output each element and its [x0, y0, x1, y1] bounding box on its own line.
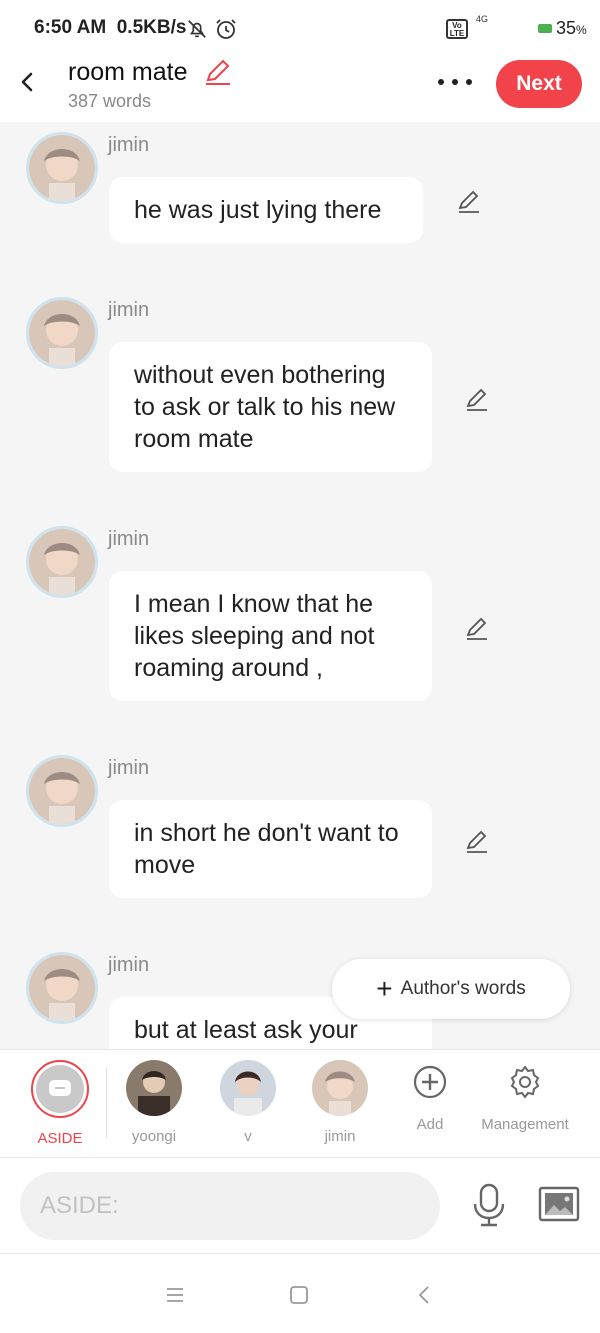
add-circle-icon [413, 1065, 447, 1099]
message-bubble[interactable]: in short he don't want to move [109, 800, 432, 898]
status-bar: 6:50 AM 0.5KB/s Vo LTE 4G 35% [0, 0, 600, 58]
jimin-avatar[interactable] [26, 526, 98, 598]
speaker-name: jimin [108, 528, 150, 550]
next-button[interactable]: Next [496, 60, 582, 108]
microphone-icon[interactable] [470, 1182, 508, 1228]
back-icon[interactable] [14, 68, 42, 96]
edit-message-icon[interactable] [463, 386, 491, 414]
divider [106, 1068, 107, 1138]
character-bar: ASIDE yoongi v jimin Add Management [0, 1049, 600, 1157]
clock-text: 6:50 AM [34, 17, 107, 38]
more-options-icon[interactable] [436, 76, 474, 88]
network-type: 4G [476, 14, 489, 24]
status-time: 6:50 AM 0.5KB/s [34, 17, 186, 39]
yoongi-label: yoongi [131, 1128, 177, 1145]
battery-unit: % [576, 23, 587, 37]
alarm-icon [216, 19, 236, 39]
add-label: Add [416, 1116, 444, 1133]
v-label: v [244, 1128, 252, 1145]
volte-badge: Vo LTE [446, 19, 468, 39]
jimin-avatar[interactable] [26, 132, 98, 204]
home-icon[interactable] [288, 1284, 310, 1306]
authors-words-button[interactable]: + Author's words [332, 959, 570, 1019]
edit-message-icon[interactable] [463, 615, 491, 643]
battery-icon [538, 24, 552, 33]
aside-label: ASIDE [37, 1130, 83, 1147]
bell-muted-icon [188, 20, 206, 38]
jimin-avatar[interactable] [26, 952, 98, 1024]
aside-icon [31, 1060, 89, 1118]
jimin-avatar[interactable] [26, 297, 98, 369]
edit-message-icon[interactable] [455, 188, 483, 216]
nav-back-icon[interactable] [414, 1284, 436, 1306]
speaker-name: jimin [108, 757, 150, 779]
authors-words-label: Author's words [400, 978, 526, 999]
edit-title-icon[interactable] [202, 58, 232, 86]
speaker-name: jimin [108, 299, 150, 321]
menu-icon[interactable] [164, 1284, 186, 1306]
word-count: 387 words [68, 91, 152, 111]
edit-message-icon[interactable] [463, 828, 491, 856]
image-icon[interactable] [538, 1186, 580, 1222]
jimin-avatar[interactable] [26, 755, 98, 827]
character-yoongi[interactable]: yoongi [118, 1050, 190, 1145]
system-nav-bar [0, 1253, 600, 1333]
input-bar [0, 1157, 600, 1253]
character-jimin[interactable]: jimin [304, 1050, 376, 1145]
message-bubble[interactable]: without even bothering to ask or talk to… [109, 342, 432, 472]
speaker-name: jimin [108, 134, 150, 156]
add-character-button[interactable]: Add [396, 1050, 464, 1133]
message-bubble[interactable]: he was just lying there [109, 177, 423, 243]
chat-area[interactable]: jimin he was just lying there jimin with… [0, 122, 600, 1050]
gear-icon [510, 1065, 540, 1099]
battery-value: 35 [556, 18, 577, 38]
jimin-label: jimin [324, 1128, 356, 1145]
yoongi-avatar [126, 1060, 182, 1116]
network-speed: 0.5KB/s [116, 17, 187, 38]
management-button[interactable]: Management [474, 1050, 576, 1133]
character-aside[interactable]: ASIDE [22, 1050, 98, 1147]
speaker-name: jimin [108, 954, 150, 976]
management-label: Management [481, 1116, 569, 1133]
story-header: room mate 387 words Next [0, 58, 600, 122]
battery-percent: 35% [556, 18, 587, 39]
story-title[interactable]: room mate [68, 58, 187, 87]
v-avatar [220, 1060, 276, 1116]
character-v[interactable]: v [212, 1050, 284, 1145]
message-bubble[interactable]: I mean I know that he likes sleeping and… [109, 571, 432, 701]
aside-input[interactable] [20, 1172, 440, 1240]
plus-icon: + [376, 973, 393, 1004]
jimin-avatar [312, 1060, 368, 1116]
